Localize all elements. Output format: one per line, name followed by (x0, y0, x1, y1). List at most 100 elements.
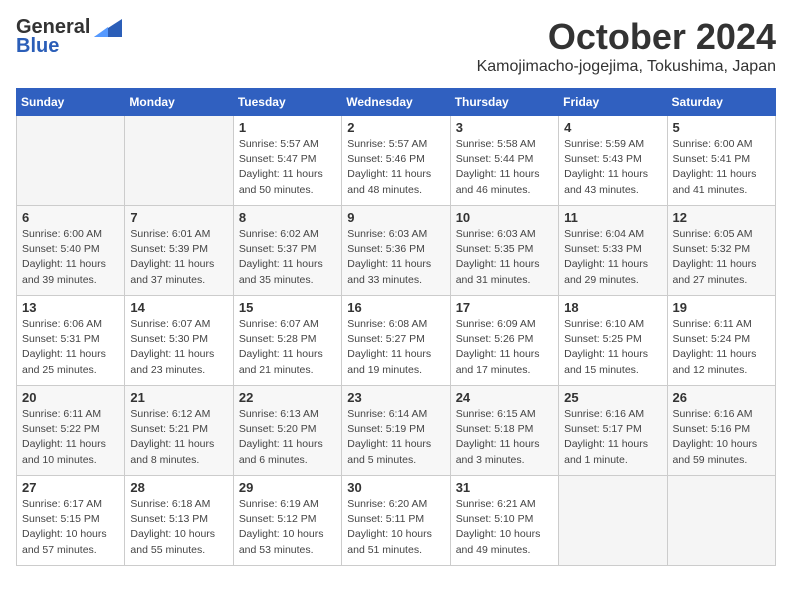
day-number: 26 (673, 390, 770, 405)
calendar-cell: 11 Sunrise: 6:04 AM Sunset: 5:33 PM Dayli… (559, 206, 667, 296)
day-info: Sunrise: 6:04 AM Sunset: 5:33 PM Dayligh… (564, 227, 661, 288)
weekday-header-monday: Monday (125, 89, 233, 116)
calendar-table: SundayMondayTuesdayWednesdayThursdayFrid… (16, 88, 776, 566)
day-info: Sunrise: 6:00 AM Sunset: 5:41 PM Dayligh… (673, 137, 770, 198)
calendar-cell: 24Sunrise: 6:15 AM Sunset: 5:18 PM Dayli… (450, 386, 558, 476)
day-number: 6 (22, 210, 119, 225)
day-number: 2 (347, 120, 444, 135)
day-number: 22 (239, 390, 336, 405)
calendar-cell: 29Sunrise: 6:19 AM Sunset: 5:12 PM Dayli… (233, 476, 341, 566)
calendar-cell: 15 Sunrise: 6:07 AM Sunset: 5:28 PM Dayli… (233, 296, 341, 386)
day-number: 12 (673, 210, 770, 225)
day-number: 5 (673, 120, 770, 135)
calendar-cell: 8 Sunrise: 6:02 AM Sunset: 5:37 PM Daylig… (233, 206, 341, 296)
day-info: Sunrise: 6:13 AM Sunset: 5:20 PM Dayligh… (239, 407, 336, 468)
day-info: Sunrise: 6:08 AM Sunset: 5:27 PM Dayligh… (347, 317, 444, 378)
day-info: Sunrise: 6:03 AM Sunset: 5:36 PM Dayligh… (347, 227, 444, 288)
day-number: 15 (239, 300, 336, 315)
calendar-cell: 31Sunrise: 6:21 AM Sunset: 5:10 PM Dayli… (450, 476, 558, 566)
day-info: Sunrise: 6:10 AM Sunset: 5:25 PM Dayligh… (564, 317, 661, 378)
calendar-week-row: 13 Sunrise: 6:06 AM Sunset: 5:31 PM Dayli… (17, 296, 776, 386)
day-number: 13 (22, 300, 119, 315)
calendar-cell: 3 Sunrise: 5:58 AM Sunset: 5:44 PM Daylig… (450, 116, 558, 206)
day-number: 25 (564, 390, 661, 405)
weekday-header-wednesday: Wednesday (342, 89, 450, 116)
calendar-cell (125, 116, 233, 206)
calendar-week-row: 27Sunrise: 6:17 AM Sunset: 5:15 PM Dayli… (17, 476, 776, 566)
calendar-cell: 23Sunrise: 6:14 AM Sunset: 5:19 PM Dayli… (342, 386, 450, 476)
calendar-cell: 27Sunrise: 6:17 AM Sunset: 5:15 PM Dayli… (17, 476, 125, 566)
logo-blue: Blue (16, 35, 59, 58)
day-number: 10 (456, 210, 553, 225)
day-info: Sunrise: 5:59 AM Sunset: 5:43 PM Dayligh… (564, 137, 661, 198)
day-number: 14 (130, 300, 227, 315)
calendar-cell: 22 Sunrise: 6:13 AM Sunset: 5:20 PM Dayli… (233, 386, 341, 476)
day-info: Sunrise: 6:05 AM Sunset: 5:32 PM Dayligh… (673, 227, 770, 288)
day-info: Sunrise: 5:58 AM Sunset: 5:44 PM Dayligh… (456, 137, 553, 198)
location-title: Kamojimacho-jogejima, Tokushima, Japan (477, 58, 776, 76)
day-info: Sunrise: 6:09 AM Sunset: 5:26 PM Dayligh… (456, 317, 553, 378)
day-number: 17 (456, 300, 553, 315)
day-info: Sunrise: 6:18 AM Sunset: 5:13 PM Dayligh… (130, 497, 227, 558)
day-info: Sunrise: 6:21 AM Sunset: 5:10 PM Dayligh… (456, 497, 553, 558)
weekday-header-saturday: Saturday (667, 89, 775, 116)
page-header: General Blue October 2024 Kamojimacho-jo… (16, 16, 776, 76)
day-number: 3 (456, 120, 553, 135)
calendar-cell: 25 Sunrise: 6:16 AM Sunset: 5:17 PM Dayli… (559, 386, 667, 476)
calendar-cell: 12 Sunrise: 6:05 AM Sunset: 5:32 PM Dayli… (667, 206, 775, 296)
calendar-cell (17, 116, 125, 206)
day-number: 9 (347, 210, 444, 225)
day-info: Sunrise: 6:14 AM Sunset: 5:19 PM Dayligh… (347, 407, 444, 468)
day-info: Sunrise: 6:16 AM Sunset: 5:16 PM Dayligh… (673, 407, 770, 468)
calendar-cell: 17 Sunrise: 6:09 AM Sunset: 5:26 PM Dayli… (450, 296, 558, 386)
day-info: Sunrise: 6:02 AM Sunset: 5:37 PM Dayligh… (239, 227, 336, 288)
day-number: 27 (22, 480, 119, 495)
day-info: Sunrise: 5:57 AM Sunset: 5:47 PM Dayligh… (239, 137, 336, 198)
calendar-cell: 13 Sunrise: 6:06 AM Sunset: 5:31 PM Dayli… (17, 296, 125, 386)
logo-icon (94, 19, 122, 37)
day-info: Sunrise: 6:00 AM Sunset: 5:40 PM Dayligh… (22, 227, 119, 288)
calendar-cell: 10 Sunrise: 6:03 AM Sunset: 5:35 PM Dayli… (450, 206, 558, 296)
calendar-cell: 20 Sunrise: 6:11 AM Sunset: 5:22 PM Dayli… (17, 386, 125, 476)
calendar-cell: 2 Sunrise: 5:57 AM Sunset: 5:46 PM Daylig… (342, 116, 450, 206)
day-number: 8 (239, 210, 336, 225)
day-number: 18 (564, 300, 661, 315)
day-number: 20 (22, 390, 119, 405)
weekday-header-friday: Friday (559, 89, 667, 116)
day-info: Sunrise: 6:06 AM Sunset: 5:31 PM Dayligh… (22, 317, 119, 378)
day-info: Sunrise: 6:07 AM Sunset: 5:28 PM Dayligh… (239, 317, 336, 378)
calendar-cell: 28 Sunrise: 6:18 AM Sunset: 5:13 PM Dayli… (125, 476, 233, 566)
day-number: 21 (130, 390, 227, 405)
day-number: 11 (564, 210, 661, 225)
day-info: Sunrise: 6:03 AM Sunset: 5:35 PM Dayligh… (456, 227, 553, 288)
day-number: 28 (130, 480, 227, 495)
day-info: Sunrise: 6:15 AM Sunset: 5:18 PM Dayligh… (456, 407, 553, 468)
calendar-cell: 7Sunrise: 6:01 AM Sunset: 5:39 PM Daylig… (125, 206, 233, 296)
logo: General Blue (16, 16, 122, 58)
calendar-cell: 4 Sunrise: 5:59 AM Sunset: 5:43 PM Daylig… (559, 116, 667, 206)
calendar-cell: 21 Sunrise: 6:12 AM Sunset: 5:21 PM Dayli… (125, 386, 233, 476)
calendar-cell: 5 Sunrise: 6:00 AM Sunset: 5:41 PM Daylig… (667, 116, 775, 206)
day-info: Sunrise: 6:11 AM Sunset: 5:24 PM Dayligh… (673, 317, 770, 378)
calendar-cell: 6 Sunrise: 6:00 AM Sunset: 5:40 PM Daylig… (17, 206, 125, 296)
day-info: Sunrise: 6:07 AM Sunset: 5:30 PM Dayligh… (130, 317, 227, 378)
calendar-cell: 9 Sunrise: 6:03 AM Sunset: 5:36 PM Daylig… (342, 206, 450, 296)
calendar-week-row: 6 Sunrise: 6:00 AM Sunset: 5:40 PM Daylig… (17, 206, 776, 296)
month-title: October 2024 (477, 16, 776, 58)
calendar-cell: 16Sunrise: 6:08 AM Sunset: 5:27 PM Dayli… (342, 296, 450, 386)
calendar-cell: 1Sunrise: 5:57 AM Sunset: 5:47 PM Daylig… (233, 116, 341, 206)
weekday-header-sunday: Sunday (17, 89, 125, 116)
weekday-header-tuesday: Tuesday (233, 89, 341, 116)
calendar-cell: 30Sunrise: 6:20 AM Sunset: 5:11 PM Dayli… (342, 476, 450, 566)
calendar-week-row: 20 Sunrise: 6:11 AM Sunset: 5:22 PM Dayli… (17, 386, 776, 476)
day-info: Sunrise: 5:57 AM Sunset: 5:46 PM Dayligh… (347, 137, 444, 198)
day-info: Sunrise: 6:11 AM Sunset: 5:22 PM Dayligh… (22, 407, 119, 468)
calendar-cell (667, 476, 775, 566)
day-number: 4 (564, 120, 661, 135)
day-info: Sunrise: 6:16 AM Sunset: 5:17 PM Dayligh… (564, 407, 661, 468)
title-section: October 2024 Kamojimacho-jogejima, Tokus… (477, 16, 776, 76)
day-info: Sunrise: 6:20 AM Sunset: 5:11 PM Dayligh… (347, 497, 444, 558)
weekday-header-thursday: Thursday (450, 89, 558, 116)
day-info: Sunrise: 6:12 AM Sunset: 5:21 PM Dayligh… (130, 407, 227, 468)
day-info: Sunrise: 6:01 AM Sunset: 5:39 PM Dayligh… (130, 227, 227, 288)
